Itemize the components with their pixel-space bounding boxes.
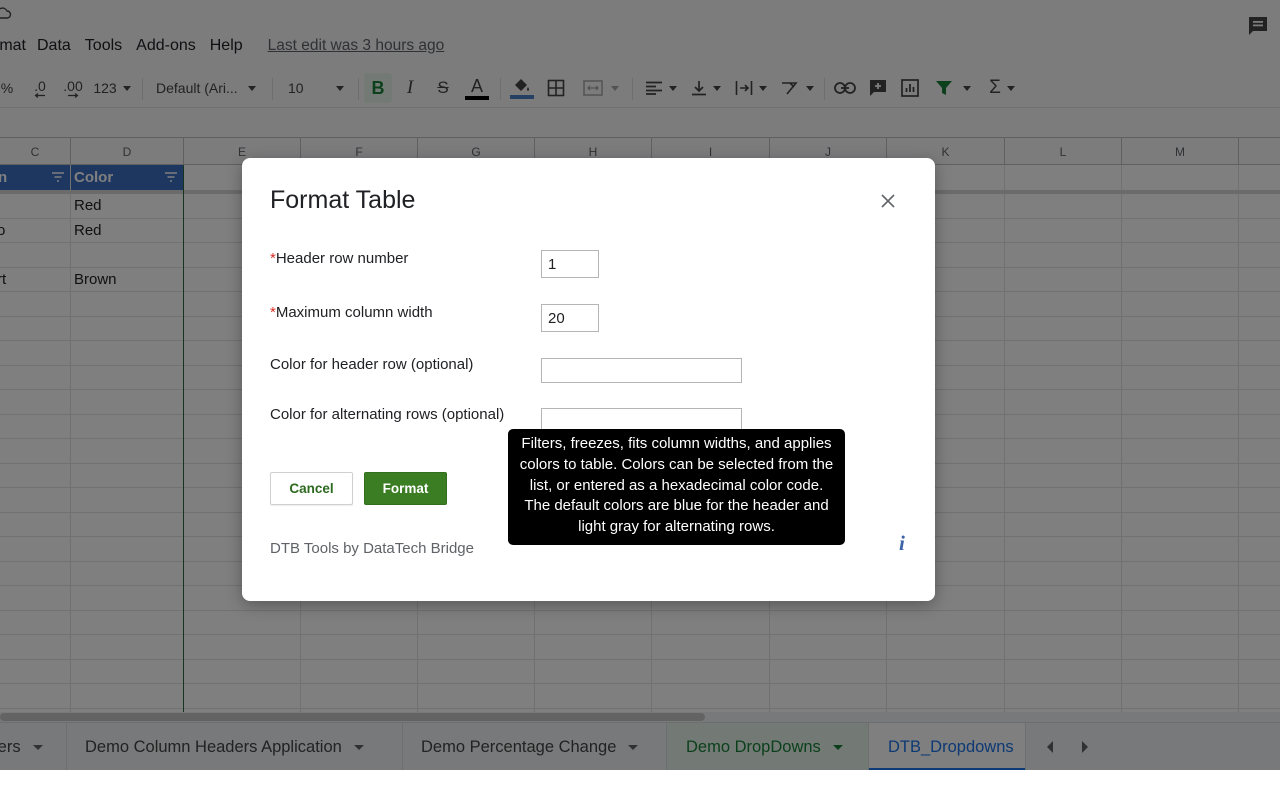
dialog-footer-credit: DTB Tools by DataTech Bridge <box>270 540 474 557</box>
alternating-color-label: Color for alternating rows (optional) <box>270 406 505 423</box>
cancel-button[interactable]: Cancel <box>270 472 353 505</box>
app-root: rmat Data Tools Add-ons Help Last edit w… <box>0 0 1280 800</box>
info-icon[interactable]: i <box>899 531 913 555</box>
max-column-width-label-text: Maximum column width <box>275 304 433 321</box>
max-column-width-input[interactable] <box>541 304 599 332</box>
header-row-number-label-text: Header row number <box>275 250 409 267</box>
format-table-dialog: Format Table *Header row number *Maximum… <box>242 158 935 601</box>
header-row-number-input[interactable] <box>541 250 599 278</box>
header-row-number-label: *Header row number <box>270 250 408 267</box>
bottom-strip <box>0 770 1280 800</box>
max-column-width-label: *Maximum column width <box>270 304 433 321</box>
dialog-title: Format Table <box>270 186 416 214</box>
close-icon[interactable] <box>878 191 898 211</box>
header-color-input[interactable] <box>541 358 742 383</box>
format-button[interactable]: Format <box>364 472 447 505</box>
info-tooltip: Filters, freezes, fits column widths, an… <box>508 429 845 545</box>
header-color-label: Color for header row (optional) <box>270 356 474 373</box>
